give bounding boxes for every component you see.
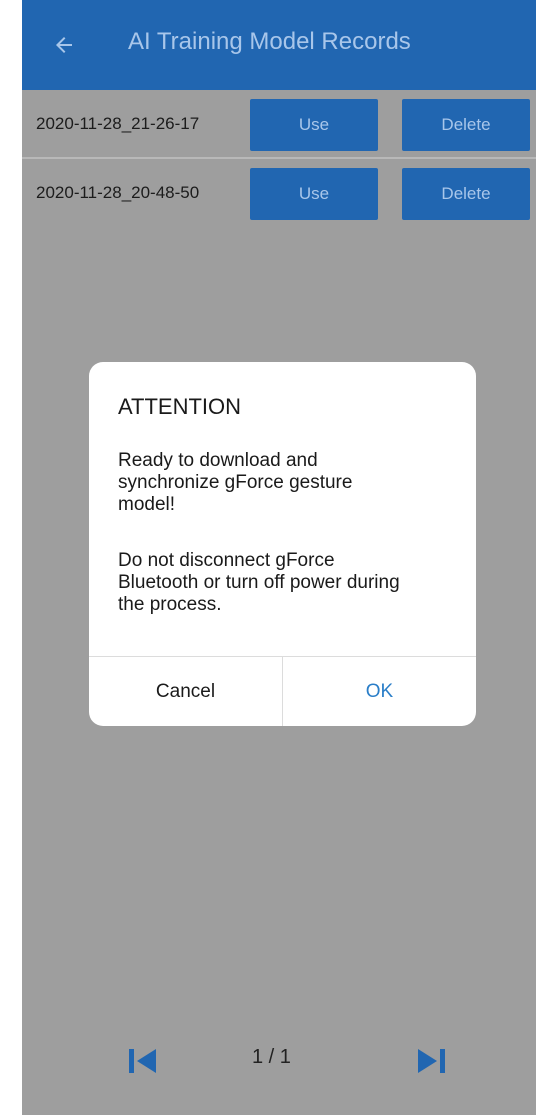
dialog-message: Ready to download and synchronize gForce…: [118, 450, 353, 515]
attention-dialog: ATTENTION Ready to download and synchron…: [89, 362, 476, 726]
use-button[interactable]: Use: [250, 99, 378, 151]
record-date: 2020-11-28_21-26-17: [36, 114, 200, 133]
list-item: 2020-11-28_20-48-50 Use Delete: [22, 159, 536, 229]
page-title: AI Training Model Records: [128, 28, 411, 55]
dialog-warning: Do not disconnect gForce Bluetooth or tu…: [118, 550, 400, 615]
skip-to-first-icon: [129, 1049, 156, 1073]
dialog-title: ATTENTION: [118, 394, 242, 419]
skip-to-last-icon: [418, 1049, 445, 1073]
app-bar: AI Training Model Records: [22, 0, 536, 90]
first-page-button[interactable]: [127, 1046, 159, 1076]
back-button[interactable]: [47, 28, 81, 62]
list-item: 2020-11-28_21-26-17 Use Delete: [22, 90, 536, 160]
last-page-button[interactable]: [415, 1046, 447, 1076]
record-date: 2020-11-28_20-48-50: [36, 183, 200, 202]
screen: AI Training Model Records 2020-11-28_21-…: [22, 0, 536, 1115]
delete-button[interactable]: Delete: [402, 168, 530, 220]
ok-button[interactable]: OK: [283, 657, 476, 726]
delete-button[interactable]: Delete: [402, 99, 530, 151]
pagination: 1 / 1: [22, 1030, 536, 1090]
cancel-button[interactable]: Cancel: [89, 657, 282, 726]
arrow-left-icon: [56, 37, 72, 53]
use-button[interactable]: Use: [250, 168, 378, 220]
page-indicator: 1 / 1: [252, 1046, 291, 1068]
